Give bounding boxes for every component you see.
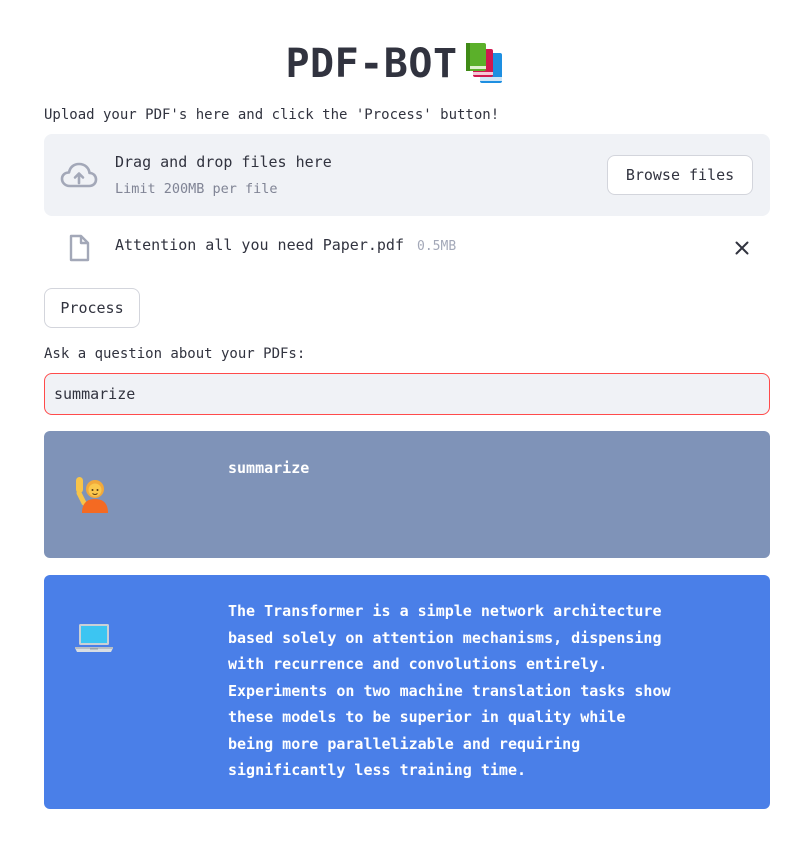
chat-message-bot: The Transformer is a simple network arch… — [44, 575, 770, 809]
chat-message-user: summarize — [44, 431, 770, 558]
browse-files-button[interactable]: Browse files — [607, 155, 753, 195]
file-size: 0.5MB — [417, 239, 457, 254]
file-dropzone[interactable]: Drag and drop files here Limit 200MB per… — [44, 134, 770, 216]
page-title: PDF-BOT — [285, 41, 458, 87]
file-name-row: Attention all you need Paper.pdf 0.5MB — [115, 236, 456, 254]
question-label: Ask a question about your PDFs: — [44, 346, 306, 362]
person-raising-hand-icon — [76, 477, 108, 513]
process-button[interactable]: Process — [44, 288, 140, 328]
upload-label: Upload your PDF's here and click the 'Pr… — [44, 107, 500, 123]
close-icon — [735, 241, 749, 255]
books-icon — [465, 43, 502, 83]
title-row: PDF-BOT — [0, 36, 797, 92]
uploaded-file-item: Attention all you need Paper.pdf 0.5MB — [44, 228, 770, 268]
cloud-upload-icon — [60, 162, 98, 188]
dropzone-title: Drag and drop files here — [115, 153, 332, 171]
question-input[interactable] — [44, 373, 770, 415]
file-name: Attention all you need Paper.pdf — [115, 236, 404, 254]
dropzone-limit: Limit 200MB per file — [115, 181, 278, 197]
remove-file-button[interactable] — [730, 236, 754, 260]
laptop-icon — [75, 624, 113, 652]
bot-message-text: The Transformer is a simple network arch… — [228, 602, 671, 779]
user-message-text: summarize — [228, 459, 310, 477]
file-icon — [69, 234, 90, 262]
app-page: PDF-BOT Upload your PDF's here and click… — [0, 0, 797, 853]
